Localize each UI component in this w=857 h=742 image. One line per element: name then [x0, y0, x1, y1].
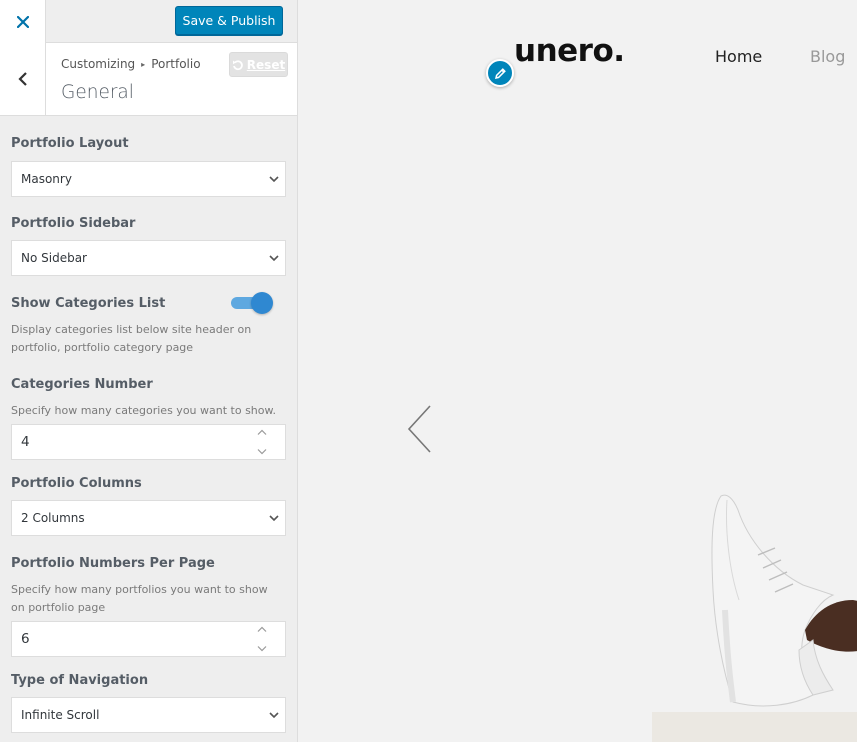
section-title: General [61, 82, 134, 103]
number-spinner[interactable] [257, 626, 267, 652]
slider-prev-arrow[interactable] [406, 404, 434, 454]
close-icon [16, 15, 29, 28]
section-header: Customizing ▸ Portfolio General Reset [0, 43, 297, 116]
portfolio-layout-label: Portfolio Layout [11, 136, 129, 151]
per-page-description: Specify how many portfolios you want to … [11, 583, 268, 614]
chevron-down-icon[interactable] [257, 645, 267, 652]
toggle-knob [251, 292, 273, 314]
portfolio-sidebar-label: Portfolio Sidebar [11, 216, 136, 231]
site-preview: unero. Home Blog [298, 0, 857, 742]
navigation-type-label: Type of Navigation [11, 673, 149, 688]
portfolio-sidebar-select[interactable]: No Sidebar [11, 240, 286, 276]
show-categories-toggle[interactable] [231, 292, 273, 314]
chevron-down-icon [269, 712, 279, 719]
chevron-left-icon [17, 72, 27, 86]
navigation-type-value: Infinite Scroll [21, 708, 100, 722]
portfolio-sidebar-value: No Sidebar [21, 251, 87, 265]
breadcrumb-separator: ▸ [141, 59, 146, 69]
per-page-input[interactable]: 6 [11, 621, 286, 657]
chevron-down-icon [269, 176, 279, 183]
portfolio-columns-value: 2 Columns [21, 511, 85, 525]
breadcrumb-root: Customizing [61, 57, 136, 71]
chevron-down-icon[interactable] [257, 448, 267, 455]
show-categories-description: Display categories list below site heade… [11, 323, 252, 354]
show-categories-label: Show Categories List [11, 296, 166, 311]
per-page-label: Portfolio Numbers Per Page [11, 556, 215, 571]
chevron-down-icon [269, 515, 279, 522]
number-spinner[interactable] [257, 429, 267, 455]
close-button[interactable] [0, 0, 46, 43]
portfolio-layout-value: Masonry [21, 172, 72, 186]
sneaker-image [711, 494, 857, 707]
portfolio-columns-label: Portfolio Columns [11, 476, 142, 491]
customizer-header: Save & Publish [0, 0, 297, 43]
portfolio-layout-select[interactable]: Masonry [11, 161, 286, 197]
per-page-value: 6 [21, 631, 30, 647]
save-publish-button[interactable]: Save & Publish [175, 6, 283, 35]
chevron-down-icon [269, 255, 279, 262]
categories-number-label: Categories Number [11, 377, 153, 392]
reset-label: Reset [246, 57, 286, 72]
undo-icon [232, 59, 243, 70]
categories-number-input[interactable]: 4 [11, 424, 286, 460]
portfolio-columns-select[interactable]: 2 Columns [11, 500, 286, 536]
chevron-up-icon[interactable] [257, 429, 267, 436]
pencil-icon [494, 67, 506, 79]
nav-item-home[interactable]: Home [715, 47, 762, 66]
customizer-sidebar: Save & Publish Customizing ▸ Portfolio G… [0, 0, 298, 742]
back-button[interactable] [0, 43, 46, 115]
pedestal-block [652, 712, 857, 742]
edit-shortcut[interactable] [486, 59, 514, 87]
reset-button[interactable]: Reset [229, 52, 288, 77]
nav-item-blog[interactable]: Blog [810, 47, 845, 66]
breadcrumb-current: Portfolio [151, 57, 201, 71]
navigation-type-select[interactable]: Infinite Scroll [11, 697, 286, 733]
categories-number-description: Specify how many categories you want to … [11, 404, 276, 417]
site-logo[interactable]: unero. [514, 33, 625, 69]
breadcrumb: Customizing ▸ Portfolio [61, 57, 201, 71]
categories-number-value: 4 [21, 434, 30, 450]
chevron-up-icon[interactable] [257, 626, 267, 633]
